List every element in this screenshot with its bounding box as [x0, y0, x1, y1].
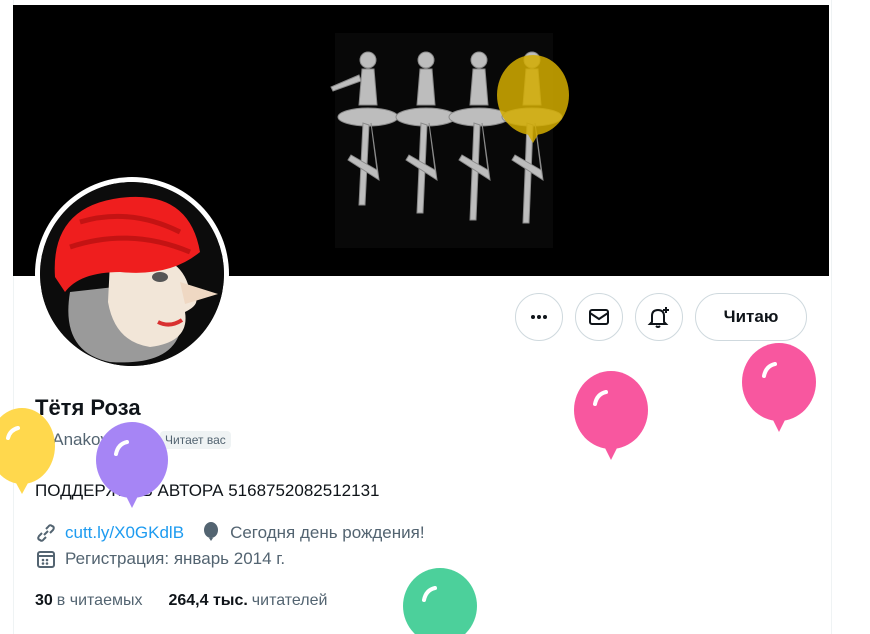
balloon-yellow — [0, 408, 55, 494]
following-label: в читаемых — [56, 592, 143, 609]
followers-stat[interactable]: 264,4 тыс. читателей — [168, 592, 327, 610]
balloon-pink — [574, 371, 648, 460]
more-button[interactable] — [515, 293, 563, 341]
more-icon — [531, 315, 547, 319]
avatar[interactable] — [40, 182, 224, 366]
joined-row: Регистрация: январь 2014 г. — [35, 548, 285, 570]
followers-count: 264,4 тыс. — [168, 592, 248, 609]
notify-button[interactable] — [635, 293, 683, 341]
profile-link[interactable]: cutt.ly/X0GKdlB — [65, 523, 184, 543]
calendar-icon — [35, 548, 57, 570]
avatar-image — [40, 182, 224, 366]
followers-label: читателей — [251, 592, 328, 609]
bell-plus-icon — [647, 307, 669, 328]
balloon-green — [403, 568, 477, 634]
joined-text: Регистрация: январь 2014 г. — [65, 549, 286, 568]
following-stat[interactable]: 30 в читаемых — [35, 592, 142, 610]
message-button[interactable] — [575, 293, 623, 341]
follows-you-badge: Читает вас — [160, 431, 231, 449]
follow-stats: 30 в читаемых 264,4 тыс. читателей — [35, 592, 353, 610]
envelope-icon — [589, 309, 609, 325]
balloon-icon — [200, 522, 222, 544]
balloon-pink — [742, 343, 816, 432]
profile-bio: ПОДДЕРЖАТЬ АВТОРА 5168752082512131 — [35, 481, 380, 500]
profile-meta-row: cutt.ly/X0GKdlB Сегодня день рождения! — [35, 522, 425, 544]
link-icon — [35, 522, 57, 544]
follow-button[interactable]: Читаю — [695, 293, 807, 341]
birthday-text: Сегодня день рождения! — [230, 523, 425, 542]
following-count: 30 — [35, 592, 53, 609]
balloon-purple — [96, 422, 168, 508]
